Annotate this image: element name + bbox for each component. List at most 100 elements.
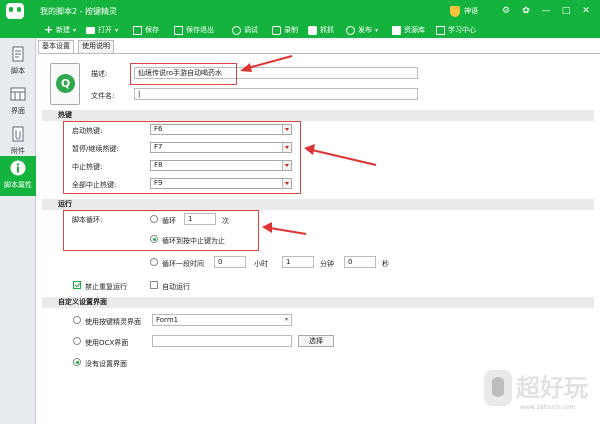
toolbar: + 新建 ▾ 打开 ▾ 保存 保存退出 调试 录制 抓抓 发布 ▾ 资源库 学习… <box>0 22 600 38</box>
title-bar: 我的脚本2 - 按键精灵 神语 ⚙ ✿ — □ ✕ <box>0 0 600 22</box>
toolbar-library-label: 资源库 <box>404 26 425 34</box>
script-q-icon: Q <box>50 63 80 105</box>
toolbar-save-exit-label: 保存退出 <box>186 26 214 34</box>
stop-all-hotkey-value: F9 <box>154 179 163 187</box>
library-icon <box>392 25 401 35</box>
sidebar-item-attachment[interactable]: 附件 <box>0 122 36 160</box>
toolbar-debug-button[interactable]: 调试 <box>232 22 258 38</box>
sidebar: 脚本 界面 附件 脚本属性 <box>0 38 36 424</box>
loop-until-stop-label: 循环到按中止键为止 <box>162 237 225 245</box>
toolbar-save-exit-button[interactable]: 保存退出 <box>174 22 214 38</box>
loop-count-input[interactable]: 1 <box>184 213 216 225</box>
browse-button[interactable]: 选择 <box>298 335 334 347</box>
tab-usage[interactable]: 使用说明 <box>78 40 114 53</box>
toolbar-save-label: 保存 <box>145 26 159 34</box>
minutes-input[interactable]: 1 <box>282 256 314 268</box>
skin-icon[interactable]: ✿ <box>518 3 534 19</box>
sidebar-item-label: 脚本属性 <box>4 181 32 189</box>
auto-run-checkbox[interactable] <box>150 281 158 289</box>
script-icon <box>12 46 24 62</box>
save-exit-icon <box>174 25 183 35</box>
use-ocx-ui-radio[interactable] <box>73 337 81 345</box>
dropdown-arrow-icon[interactable] <box>282 143 291 152</box>
toolbar-capture-button[interactable]: 抓抓 <box>308 22 334 38</box>
sidebar-item-interface[interactable]: 界面 <box>0 82 36 120</box>
no-ui-radio[interactable] <box>73 358 81 366</box>
toolbar-learn-label: 学习中心 <box>448 26 476 34</box>
loop-count-option-label: 循环 <box>162 217 176 225</box>
user-area[interactable]: 神语 <box>450 2 478 20</box>
plus-icon: + <box>44 22 54 36</box>
tab-basic-settings[interactable]: 基本设置 <box>38 40 74 53</box>
description-label: 描述: <box>91 70 108 78</box>
app-logo-icon <box>6 3 24 19</box>
toolbar-new-button[interactable]: + 新建 ▾ <box>44 22 76 38</box>
stop-all-hotkey-select[interactable]: F9 <box>150 178 292 189</box>
attachment-icon <box>12 126 24 142</box>
chevron-down-icon[interactable]: ▾ <box>375 27 378 34</box>
close-icon[interactable]: ✕ <box>578 3 594 19</box>
builtin-ui-select[interactable]: Form1 ▾ <box>152 314 292 326</box>
loop-count-radio[interactable] <box>150 215 158 223</box>
builtin-ui-value: Form1 <box>156 316 179 324</box>
record-icon <box>272 25 281 35</box>
user-badge-icon <box>450 5 460 17</box>
publish-icon <box>346 25 355 35</box>
toolbar-record-label: 录制 <box>284 26 298 34</box>
toolbar-library-button[interactable]: 资源库 <box>392 22 425 38</box>
capture-icon <box>308 25 317 35</box>
no-ui-label: 没有设置界面 <box>85 360 127 368</box>
sidebar-item-script-properties[interactable]: 脚本属性 <box>0 156 36 196</box>
use-builtin-ui-radio[interactable] <box>73 316 81 324</box>
user-name: 神语 <box>464 7 478 15</box>
chevron-down-icon[interactable]: ▾ <box>73 27 76 34</box>
toolbar-save-button[interactable]: 保存 <box>133 22 159 38</box>
window-title: 我的脚本2 - 按键精灵 <box>40 7 118 16</box>
watermark: 超好玩 www.18touch.com <box>480 364 600 420</box>
dropdown-arrow-icon[interactable] <box>282 125 291 134</box>
toolbar-new-label: 新建 <box>56 26 70 34</box>
start-hotkey-label: 启动热键: <box>72 127 103 135</box>
toolbar-record-button[interactable]: 录制 <box>272 22 298 38</box>
save-icon <box>133 25 142 35</box>
auto-run-label: 自动运行 <box>162 283 190 291</box>
toolbar-open-label: 打开 <box>98 26 112 34</box>
ui-grid-icon <box>10 87 26 101</box>
toolbar-capture-label: 抓抓 <box>320 26 334 34</box>
no-repeat-label: 禁止重复运行 <box>85 283 127 291</box>
dropdown-arrow-icon[interactable] <box>282 179 291 188</box>
hours-input[interactable]: 0 <box>214 256 246 268</box>
toolbar-publish-label: 发布 <box>358 26 372 34</box>
watermark-text: 超好玩 <box>516 374 588 402</box>
loop-timed-radio[interactable] <box>150 258 158 266</box>
filename-label: 文件名: <box>91 92 115 100</box>
no-repeat-checkbox[interactable] <box>73 281 81 289</box>
sidebar-item-label: 脚本 <box>11 67 25 75</box>
filename-field[interactable]: | <box>134 88 418 100</box>
toolbar-publish-button[interactable]: 发布 ▾ <box>346 22 378 38</box>
loop-until-stop-radio[interactable] <box>150 235 158 243</box>
folder-icon <box>86 26 95 34</box>
dropdown-arrow-icon[interactable] <box>282 161 291 170</box>
start-hotkey-select[interactable]: F6 <box>150 124 292 135</box>
stop-hotkey-select[interactable]: F8 <box>150 160 292 171</box>
maximize-icon[interactable]: □ <box>558 3 574 19</box>
chevron-down-icon[interactable]: ▾ <box>115 27 118 34</box>
seconds-unit: 秒 <box>382 260 389 268</box>
sidebar-item-script[interactable]: 脚本 <box>0 42 36 80</box>
toolbar-open-button[interactable]: 打开 ▾ <box>86 22 118 38</box>
sidebar-item-label: 附件 <box>11 147 25 155</box>
seconds-input[interactable]: 0 <box>344 256 376 268</box>
settings-gear-icon[interactable]: ⚙ <box>498 3 514 19</box>
toolbar-debug-label: 调试 <box>244 26 258 34</box>
info-icon <box>10 160 26 176</box>
watermark-url: www.18touch.com <box>520 404 576 411</box>
pause-hotkey-select[interactable]: F7 <box>150 142 292 153</box>
custom-ui-section-header: 自定义设置界面 <box>42 297 594 308</box>
toolbar-learn-button[interactable]: 学习中心 <box>436 22 476 38</box>
learn-icon <box>436 25 445 35</box>
ocx-path-input[interactable] <box>152 335 292 347</box>
minimize-icon[interactable]: — <box>538 3 554 19</box>
dropdown-arrow-icon[interactable]: ▾ <box>285 315 288 325</box>
pause-hotkey-value: F7 <box>154 143 163 151</box>
